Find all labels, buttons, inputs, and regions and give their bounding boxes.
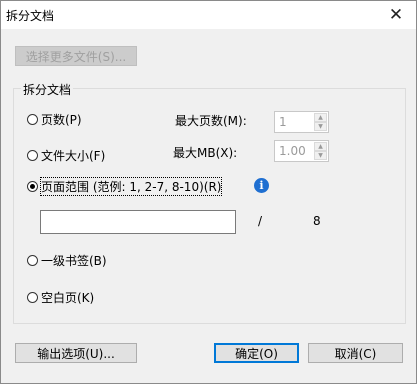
radio-bookmarks-indicator[interactable]: [27, 255, 38, 266]
page-range-input[interactable]: [40, 210, 236, 234]
page-separator: /: [258, 214, 263, 228]
radio-bookmarks-label: 一级书签(B): [41, 254, 107, 268]
max-pages-spinner[interactable]: 1 ▲ ▼: [274, 111, 329, 133]
radio-pages[interactable]: 页数(P): [27, 111, 82, 128]
radio-bookmarks[interactable]: 一级书签(B): [27, 252, 107, 269]
window-title: 拆分文档: [6, 9, 55, 23]
radio-pages-indicator[interactable]: [27, 114, 38, 125]
spin-down-icon[interactable]: ▼: [314, 151, 327, 160]
radio-blank-pages-label: 空白页(K): [41, 291, 95, 305]
spin-up-icon[interactable]: ▲: [314, 142, 327, 151]
max-pages-label: 最大页数(M):: [175, 114, 247, 128]
cancel-button[interactable]: 取消(C): [308, 343, 403, 363]
info-icon[interactable]: i: [254, 178, 269, 193]
radio-blank-pages-indicator[interactable]: [27, 292, 38, 303]
max-mb-spinner[interactable]: 1.00 ▲ ▼: [274, 140, 329, 162]
output-options-button[interactable]: 输出选项(U)...: [15, 343, 137, 363]
radio-page-range[interactable]: 页面范围 (范例: 1, 2-7, 8-10)(R): [27, 177, 223, 196]
title-bar: 拆分文档 ✕: [1, 1, 416, 29]
total-pages: 8: [313, 214, 321, 228]
spin-up-icon[interactable]: ▲: [314, 113, 327, 122]
close-icon[interactable]: ✕: [376, 1, 416, 29]
split-document-dialog: 拆分文档 ✕ 选择更多文件(S)... 拆分文档 页数(P) 最大页数(M): …: [0, 0, 417, 384]
radio-file-size-label: 文件大小(F): [41, 149, 106, 163]
max-mb-value: 1.00: [279, 144, 306, 158]
max-pages-value: 1: [279, 115, 287, 129]
radio-file-size-indicator[interactable]: [27, 150, 38, 161]
select-more-files-button[interactable]: 选择更多文件(S)...: [15, 46, 137, 66]
radio-file-size[interactable]: 文件大小(F): [27, 147, 105, 164]
radio-blank-pages[interactable]: 空白页(K): [27, 289, 94, 306]
radio-page-range-indicator[interactable]: [27, 181, 38, 192]
radio-page-range-label: 页面范围 (范例: 1, 2-7, 8-10)(R): [39, 177, 223, 196]
ok-button[interactable]: 确定(O): [214, 343, 299, 363]
group-label: 拆分文档: [21, 81, 74, 98]
spin-down-icon[interactable]: ▼: [314, 122, 327, 131]
radio-pages-label: 页数(P): [41, 113, 82, 127]
max-mb-label: 最大MB(X):: [173, 146, 238, 160]
